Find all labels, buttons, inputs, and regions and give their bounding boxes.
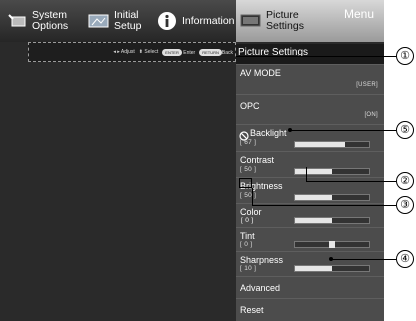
callout-2: ② [396, 172, 414, 190]
list-item-contrast[interactable]: Contrast [ 50 ] [236, 151, 384, 177]
list-item-backlight[interactable]: Backlight [ 67 ] [236, 124, 384, 151]
tv-menu-screen: System Options Initial Setup Information… [0, 0, 384, 321]
tab-system-options[interactable]: System Options [6, 0, 68, 42]
tab-label: Initial Setup [114, 9, 142, 32]
list-item-advanced[interactable]: Advanced [236, 276, 384, 298]
help-bar: ◂ ▸ Adjust ⬍ Select ENTER Enter RETURN Ba… [28, 42, 236, 62]
item-label: Contrast [240, 155, 275, 165]
item-label: OPC [240, 101, 260, 111]
item-value: [ 67 ] [240, 139, 257, 146]
item-label: Backlight [250, 128, 287, 138]
wrench-tv-icon [6, 12, 28, 30]
color-slider[interactable] [294, 217, 370, 224]
item-label: Advanced [240, 283, 281, 293]
backlight-slider[interactable] [294, 141, 370, 148]
select-hint: ⬍ Select [138, 49, 159, 55]
item-label: Color [240, 207, 262, 217]
value-highlight-box [239, 178, 252, 188]
item-value: [ON] [364, 112, 378, 118]
brightness-slider[interactable] [294, 194, 370, 201]
menu-label: Menu [343, 7, 374, 21]
list-item-tint[interactable]: Tint [ 0 ] [236, 227, 384, 251]
callout-line-2 [306, 181, 396, 182]
callout-3: ③ [396, 196, 414, 214]
picture-settings-list: AV MODE [USER] OPC [ON] Backlight [ 67 ]… [236, 64, 384, 321]
menu-tab-bar: System Options Initial Setup Information… [0, 0, 384, 42]
sharpness-slider[interactable] [294, 265, 370, 272]
list-item-av-mode[interactable]: AV MODE [USER] [236, 64, 384, 94]
item-value: [ 0 ] [241, 217, 254, 224]
tab-label: Information [182, 14, 235, 27]
info-icon [156, 12, 178, 30]
callout-1: ① [396, 47, 414, 65]
enter-hint: ENTER Enter [162, 48, 195, 56]
callout-line-2-stem [306, 167, 307, 182]
item-value: [USER] [356, 82, 378, 88]
item-value: [ 10 ] [240, 265, 257, 272]
item-value: [ 50 ] [240, 166, 257, 173]
item-label: AV MODE [240, 68, 281, 78]
list-item-opc[interactable]: OPC [ON] [236, 94, 384, 124]
callout-line-4 [331, 259, 396, 260]
item-value: [ 50 ] [240, 192, 257, 199]
picture-tv-icon [240, 12, 262, 30]
item-value: [ 0 ] [240, 241, 253, 248]
back-hint: RETURN Back [199, 48, 233, 56]
tab-label: System Options [32, 9, 69, 32]
return-key-icon: RETURN [199, 48, 222, 56]
list-item-sharpness[interactable]: Sharpness [ 10 ] [236, 251, 384, 276]
item-label: Sharpness [240, 255, 284, 265]
list-item-reset[interactable]: Reset [236, 298, 384, 321]
callout-line-3 [252, 205, 396, 206]
adjust-hint: ◂ ▸ Adjust [113, 49, 135, 55]
callout-4: ④ [396, 250, 414, 268]
list-item-color[interactable]: Color [ 0 ] [236, 203, 384, 227]
page-title: Picture Settings [236, 44, 384, 64]
tab-initial-setup[interactable]: Initial Setup [88, 0, 141, 42]
callout-line-1 [236, 56, 396, 57]
item-label: Tint [240, 231, 255, 241]
tint-slider[interactable] [294, 241, 370, 248]
callout-line-3-stem [252, 188, 253, 206]
callout-line-5 [290, 130, 396, 131]
item-label: Reset [240, 305, 264, 315]
tv-setup-icon [88, 12, 110, 30]
callout-5: ⑤ [396, 121, 414, 139]
tab-label: Picture Settings [266, 9, 304, 32]
enter-key-icon: ENTER [162, 48, 182, 56]
tab-information[interactable]: Information [156, 0, 235, 42]
